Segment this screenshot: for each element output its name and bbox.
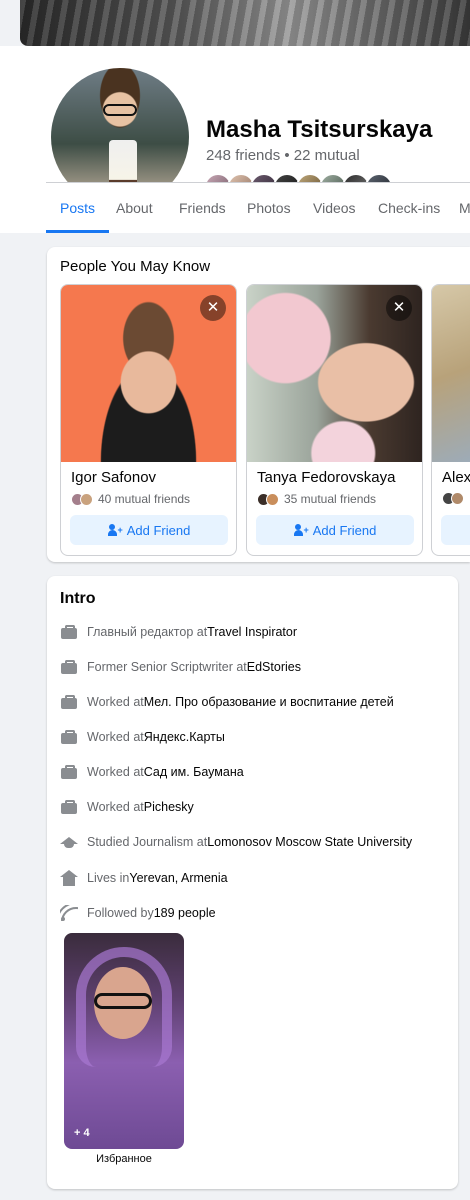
intro-item: Worked at Pichesky bbox=[60, 797, 194, 817]
profile-name: Masha Tsitsurskaya bbox=[206, 116, 433, 143]
featured-label[interactable]: Избранное bbox=[64, 1153, 184, 1165]
pymk-title: People You May Know bbox=[60, 258, 211, 275]
briefcase-icon bbox=[60, 764, 78, 780]
tab-friends[interactable]: Friends bbox=[179, 183, 226, 233]
add-user-icon: + bbox=[107, 524, 123, 536]
intro-link[interactable]: Мел. Про образование и воспитание детей bbox=[144, 695, 394, 709]
intro-card: Intro Главный редактор at Travel Inspira… bbox=[47, 576, 458, 1189]
intro-title: Intro bbox=[60, 590, 96, 607]
add-friend-button[interactable]: + Add Friend bbox=[70, 515, 228, 545]
intro-item: Followed by 189 people bbox=[60, 903, 216, 923]
intro-item: Worked at Яндекс.Карты bbox=[60, 727, 225, 747]
person-name[interactable]: Alex bbox=[442, 469, 470, 486]
person-card[interactable]: ✕ Tanya Fedorovskaya 35 mutual friends +… bbox=[246, 284, 423, 556]
add-friend-label: Add Friend bbox=[312, 522, 377, 538]
person-card[interactable]: ✕ Igor Safonov 40 mutual friends + Add F… bbox=[60, 284, 237, 556]
intro-item: Главный редактор at Travel Inspirator bbox=[60, 622, 297, 642]
intro-item: Worked at Сад им. Баумана bbox=[60, 762, 244, 782]
briefcase-icon bbox=[60, 729, 78, 745]
mutual-friends[interactable]: 40 mutual friends bbox=[71, 492, 190, 506]
person-name[interactable]: Tanya Fedorovskaya bbox=[257, 469, 395, 486]
intro-link[interactable]: Сад им. Баумана bbox=[144, 765, 244, 779]
featured-highlight[interactable]: + 4 bbox=[64, 933, 184, 1149]
graduation-cap-icon bbox=[60, 834, 78, 850]
briefcase-icon bbox=[60, 694, 78, 710]
mutual-avatar bbox=[80, 492, 93, 506]
close-icon[interactable]: ✕ bbox=[386, 295, 412, 321]
add-user-icon: + bbox=[293, 524, 309, 536]
briefcase-icon bbox=[60, 624, 78, 640]
briefcase-icon bbox=[60, 659, 78, 675]
tab-posts[interactable]: Posts bbox=[45, 183, 110, 233]
intro-item: Studied Journalism at Lomonosov Moscow S… bbox=[60, 832, 412, 852]
cover-photo[interactable] bbox=[20, 0, 470, 46]
mutual-avatar bbox=[451, 492, 464, 505]
close-icon[interactable]: ✕ bbox=[200, 295, 226, 321]
mutual-avatar bbox=[266, 492, 279, 506]
intro-link[interactable]: Yerevan, Armenia bbox=[129, 871, 227, 885]
profile-header: Masha Tsitsurskaya 248 friends • 22 mutu… bbox=[0, 46, 470, 210]
people-you-may-know-card: People You May Know ✕ Igor Safonov 40 mu… bbox=[47, 247, 470, 562]
intro-link[interactable]: Lomonosov Moscow State University bbox=[207, 835, 412, 849]
intro-link[interactable]: Pichesky bbox=[144, 800, 194, 814]
briefcase-icon bbox=[60, 799, 78, 815]
intro-item: Worked at Мел. Про образование и воспита… bbox=[60, 692, 394, 712]
add-friend-button[interactable]: + Add Friend bbox=[256, 515, 414, 545]
tab-about[interactable]: About bbox=[116, 183, 153, 233]
intro-item: Former Senior Scriptwriter at EdStories bbox=[60, 657, 301, 677]
home-icon bbox=[60, 870, 78, 886]
person-name[interactable]: Igor Safonov bbox=[71, 469, 156, 486]
intro-link[interactable]: Яндекс.Карты bbox=[144, 730, 225, 744]
mutual-friends[interactable]: 35 mutual friends bbox=[257, 492, 376, 506]
person-card[interactable]: Alex bbox=[431, 284, 470, 556]
intro-link[interactable]: 189 people bbox=[154, 906, 216, 920]
add-friend-label: Add Friend bbox=[126, 522, 191, 538]
intro-link[interactable]: Travel Inspirator bbox=[207, 625, 297, 639]
friends-count[interactable]: 248 friends • 22 mutual bbox=[206, 147, 360, 164]
intro-item: Lives in Yerevan, Armenia bbox=[60, 868, 228, 888]
add-friend-button[interactable] bbox=[441, 515, 470, 545]
mutual-friends[interactable] bbox=[442, 492, 464, 505]
person-photo[interactable] bbox=[432, 285, 470, 462]
featured-count: + 4 bbox=[74, 1127, 90, 1139]
rss-icon bbox=[60, 905, 78, 921]
intro-link[interactable]: EdStories bbox=[247, 660, 301, 674]
tab-more[interactable]: M bbox=[459, 183, 470, 233]
tab-videos[interactable]: Videos bbox=[313, 183, 356, 233]
profile-tabs: Posts About Friends Photos Videos Check-… bbox=[0, 183, 470, 233]
tab-photos[interactable]: Photos bbox=[247, 183, 291, 233]
tab-check-ins[interactable]: Check-ins bbox=[378, 183, 440, 233]
